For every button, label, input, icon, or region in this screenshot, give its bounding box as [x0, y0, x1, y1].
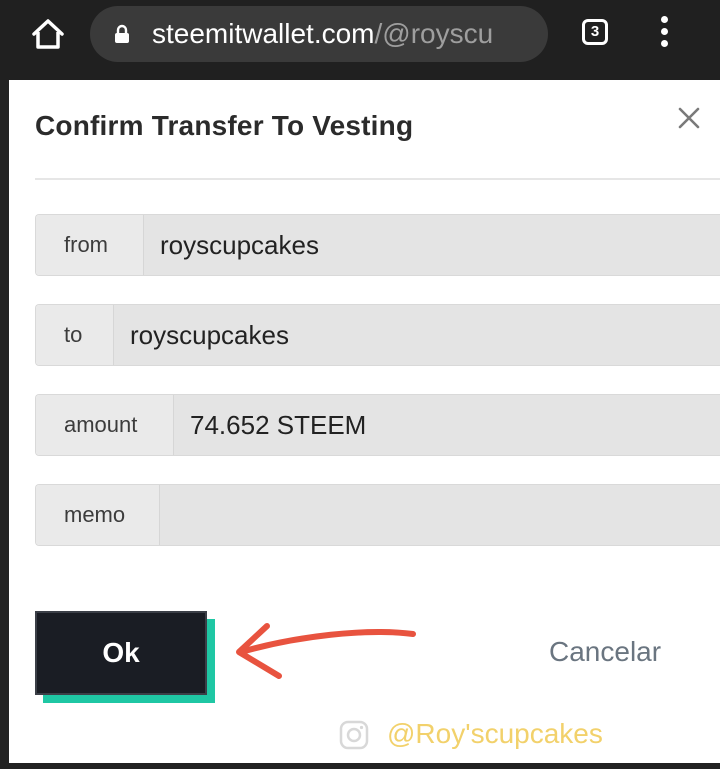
memo-value [160, 485, 720, 545]
from-value: royscupcakes [144, 215, 720, 275]
url-path: /@royscu [374, 19, 494, 49]
title-divider [35, 178, 720, 180]
memo-field: memo [35, 484, 720, 546]
instagram-icon [339, 720, 369, 750]
arrow-left-icon [236, 623, 416, 679]
amount-value: 74.652 STEEM [174, 395, 720, 455]
home-icon[interactable] [30, 16, 66, 52]
from-label: from [36, 215, 144, 275]
memo-label: memo [36, 485, 160, 545]
tab-count-button[interactable]: 3 [582, 19, 608, 45]
amount-label: amount [36, 395, 174, 455]
lock-icon [115, 24, 129, 43]
from-field: from royscupcakes [35, 214, 720, 276]
url-text[interactable]: steemitwallet.com/@royscu [152, 19, 532, 49]
url-domain: steemitwallet.com [152, 19, 375, 49]
close-icon[interactable] [677, 106, 701, 130]
watermark-text: @Roy'scupcakes [387, 718, 603, 749]
address-bar[interactable]: steemitwallet.com/@royscu [90, 6, 548, 62]
to-label: to [36, 305, 114, 365]
dialog-title: Confirm Transfer To Vesting [35, 110, 414, 141]
ok-button[interactable]: Ok [35, 611, 207, 695]
to-value: royscupcakes [114, 305, 720, 365]
cancel-button[interactable]: Cancelar [549, 636, 661, 668]
confirm-dialog: Confirm Transfer To Vesting from royscup… [9, 80, 720, 763]
amount-field: amount 74.652 STEEM [35, 394, 720, 456]
more-vert-icon[interactable] [656, 16, 672, 50]
to-field: to royscupcakes [35, 304, 720, 366]
browser-toolbar: steemitwallet.com/@royscu 3 [0, 0, 720, 80]
